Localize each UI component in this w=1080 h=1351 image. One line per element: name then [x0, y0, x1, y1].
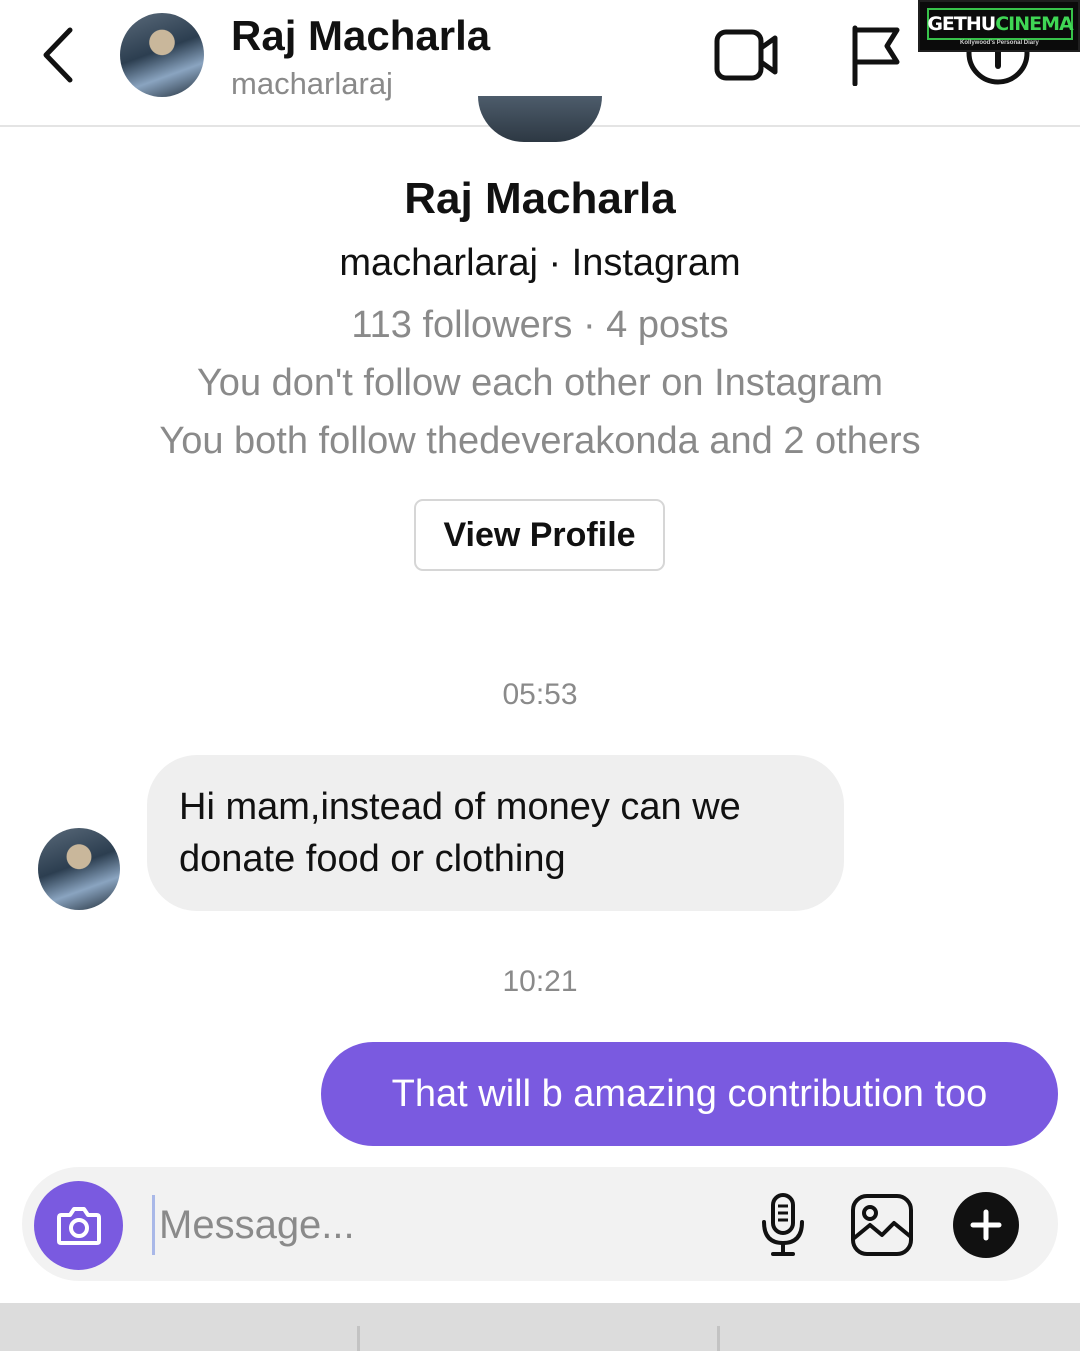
watermark-logo: GETHU CINEMA Kollywood's Personal Diary	[918, 0, 1080, 52]
back-button[interactable]	[34, 24, 82, 86]
video-call-icon	[714, 29, 778, 81]
profile-subtitle: macharlaraj · Instagram	[339, 242, 741, 284]
message-timestamp: 10:21	[502, 965, 578, 998]
bottom-toolbar	[0, 1303, 1080, 1351]
toolbar-divider	[357, 1326, 360, 1351]
flag-icon	[852, 25, 900, 86]
mutual-followers: You both follow thedeverakonda and 2 oth…	[159, 420, 921, 462]
profile-avatar[interactable]	[478, 96, 602, 142]
video-call-button[interactable]	[712, 24, 782, 86]
gallery-button[interactable]	[848, 1191, 916, 1259]
message-timestamp: 05:53	[502, 678, 578, 711]
header-contact-handle: macharlaraj	[231, 66, 393, 101]
report-button[interactable]	[844, 20, 906, 88]
voice-message-button[interactable]	[754, 1190, 812, 1260]
profile-name: Raj Macharla	[404, 174, 676, 223]
follow-status: You don't follow each other on Instagram	[196, 362, 884, 404]
watermark-tagline: Kollywood's Personal Diary	[960, 40, 1039, 46]
watermark-wordmark: GETHU CINEMA	[927, 8, 1074, 40]
view-profile-button[interactable]: View Profile	[414, 499, 665, 571]
header-avatar[interactable]	[120, 13, 204, 97]
plus-icon	[970, 1209, 1002, 1241]
camera-icon	[56, 1206, 101, 1245]
back-chevron-icon	[43, 27, 73, 83]
toolbar-divider	[717, 1326, 720, 1351]
more-options-button[interactable]	[953, 1192, 1019, 1258]
microphone-icon	[762, 1193, 804, 1256]
header-contact-name[interactable]: Raj Macharla	[231, 12, 490, 60]
message-input[interactable]	[152, 1195, 712, 1255]
sender-avatar[interactable]	[38, 828, 120, 910]
incoming-message-bubble[interactable]: Hi mam,instead of money can we donate fo…	[147, 755, 844, 911]
gallery-icon	[851, 1194, 913, 1256]
camera-button[interactable]	[34, 1181, 123, 1270]
profile-stats: 113 followers · 4 posts	[351, 304, 729, 346]
outgoing-message-bubble[interactable]: That will b amazing contribution too	[321, 1042, 1058, 1146]
